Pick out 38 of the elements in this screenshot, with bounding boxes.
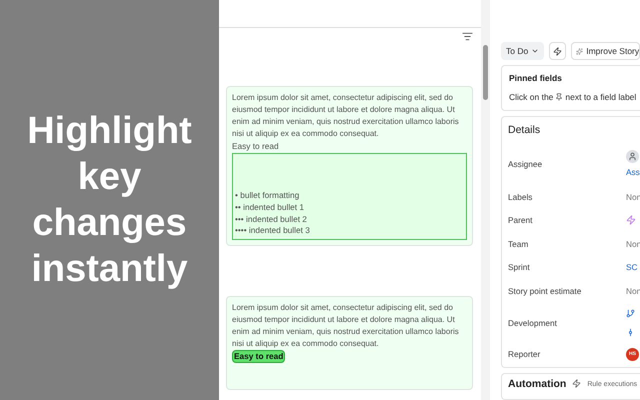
- status-dropdown[interactable]: To Do: [501, 42, 544, 60]
- parent-icon: [626, 215, 636, 226]
- bullet-item: •• indented bullet 1: [235, 202, 306, 214]
- commit-icon: [626, 328, 635, 337]
- pinned-fields-title: Pinned fields: [509, 72, 563, 85]
- lorem-paragraph: Lorem ipsum dolor sit amet, consectetur adipiscing elit, sed do eiusmod tempor incididunt ut labore et dolore magna aliqua. Ut enim ad minim veniam, quis nostrud exercitation ullamco laboris nisi ut aliquip ex ea commodo consequat.: [232, 302, 460, 350]
- lightning-icon: [572, 378, 582, 388]
- bullet-item: ••• indented bullet 2: [235, 214, 308, 226]
- note-text: Easy to read: [232, 140, 279, 152]
- sparkle-icon: [576, 48, 584, 54]
- promo-headline: Highlight key changes instantly: [26, 109, 193, 292]
- chevron-icon: [531, 47, 540, 55]
- avatar-placeholder: [626, 150, 639, 164]
- pin-icon: [555, 93, 564, 102]
- lightning-icon: [553, 46, 562, 56]
- pinned-hint: Click on the: [509, 90, 554, 104]
- bullet-item: •••• indented bullet 3: [235, 225, 311, 237]
- lightning-button[interactable]: [549, 42, 566, 60]
- pinned-hint: next to a field label: [565, 90, 636, 104]
- lorem-paragraph: Lorem ipsum dolor sit amet, consectetur adipiscing elit, sed do eiusmod tempor incididunt ut labore et dolore magna aliqua. Ut enim ad minim veniam, quis nostrud exercitation ullamco laboris nisi ut aliquip ex ea commodo consequat.: [232, 92, 460, 140]
- assign-link[interactable]: Ass: [626, 166, 640, 179]
- field-label: Team: [508, 238, 530, 250]
- field-label: Sprint: [508, 261, 531, 274]
- field-label: Reporter: [508, 348, 542, 361]
- details-title: Details: [508, 122, 542, 138]
- field-label: Development: [508, 316, 558, 330]
- note-text: Easy to read: [232, 350, 286, 363]
- field-label: Labels: [508, 190, 534, 203]
- branch-icon: [626, 308, 635, 318]
- field-label: Assignee: [508, 158, 544, 171]
- field-label: Story point estimate: [508, 285, 582, 298]
- improve-story-button[interactable]: Improve Story: [571, 42, 640, 60]
- field-label: Parent: [508, 214, 534, 227]
- sort-icon[interactable]: [462, 31, 473, 42]
- automation-title: Automation: [508, 376, 566, 392]
- bullet-item: • bullet formatting: [235, 190, 300, 202]
- scrollbar-thumb[interactable]: [483, 45, 488, 100]
- sprint-link[interactable]: SC: [626, 261, 638, 274]
